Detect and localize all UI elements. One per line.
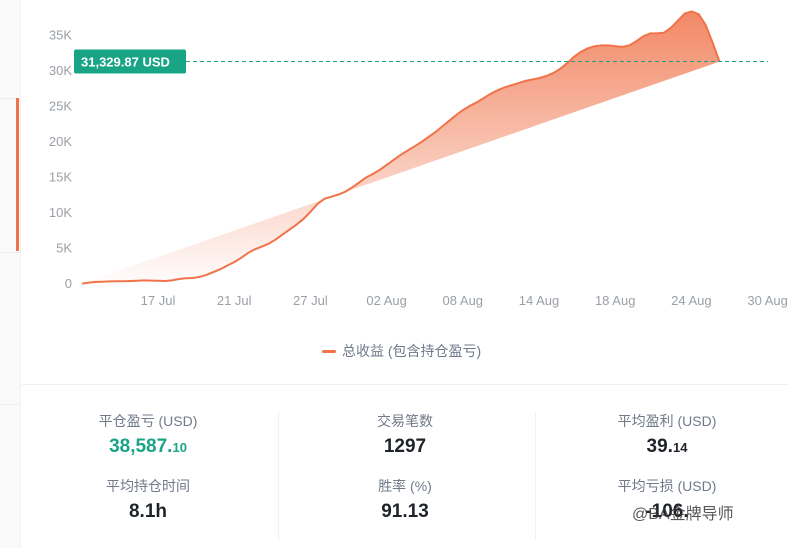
y-tick-label: 35K bbox=[49, 28, 72, 43]
stat-trade-count: 交易笔数 1297 bbox=[295, 412, 515, 458]
chart-legend[interactable]: 总收益 (包含持仓盈亏) bbox=[322, 341, 481, 361]
stats-panel: 平仓盈亏 (USD) 38,587.10 交易笔数 1297 平均盈利 (USD… bbox=[22, 408, 788, 548]
y-axis: 0 5K 10K 15K 20K 25K 30K 35K bbox=[49, 28, 72, 292]
section-divider bbox=[22, 384, 788, 385]
stat-win-rate: 胜率 (%) 91.13 bbox=[295, 477, 515, 523]
x-tick-label: 14 Aug bbox=[519, 293, 560, 308]
stat-label: 平仓盈亏 (USD) bbox=[98, 413, 198, 429]
current-value-badge: 31,329.87 USD bbox=[74, 49, 186, 74]
x-tick-label: 21 Jul bbox=[217, 293, 252, 308]
x-tick-label: 02 Aug bbox=[366, 293, 407, 308]
current-value-label: 31,329.87 USD bbox=[81, 55, 170, 70]
y-tick-label: 25K bbox=[49, 99, 72, 114]
left-divider bbox=[0, 404, 20, 405]
x-tick-label: 08 Aug bbox=[443, 293, 484, 308]
x-tick-label: 30 Aug bbox=[747, 293, 788, 308]
stat-avg-profit: 平均盈利 (USD) 39.14 bbox=[557, 412, 777, 459]
stat-label: 交易笔数 bbox=[377, 413, 433, 429]
pnl-area-chart[interactable]: 0 5K 10K 15K 20K 25K 30K 35K 17 Jul 21 Jul 27 Jul… bbox=[0, 0, 788, 330]
y-tick-label: 15K bbox=[49, 170, 72, 185]
stat-value: 38,587.10 bbox=[109, 436, 187, 457]
x-tick-label: 18 Aug bbox=[595, 293, 636, 308]
stat-value: 39.14 bbox=[646, 436, 688, 457]
stat-avg-hold-time: 平均持仓时间 8.1h bbox=[38, 477, 258, 523]
x-tick-label: 27 Jul bbox=[293, 293, 328, 308]
y-tick-label: 5K bbox=[56, 241, 72, 256]
stat-label: 平均亏损 (USD) bbox=[617, 478, 717, 494]
y-tick-label: 30K bbox=[49, 63, 72, 78]
x-tick-label: 24 Aug bbox=[671, 293, 712, 308]
stat-value: 91.13 bbox=[381, 501, 429, 522]
y-tick-label: 20K bbox=[49, 134, 72, 149]
y-tick-label: 10K bbox=[49, 205, 72, 220]
stat-value: 1297 bbox=[383, 436, 427, 457]
x-tick-label: 17 Jul bbox=[141, 293, 176, 308]
x-axis: 17 Jul 21 Jul 27 Jul 02 Aug 08 Aug 14 Aug 18 A… bbox=[141, 293, 788, 308]
stat-label: 胜率 (%) bbox=[378, 478, 432, 494]
stat-label: 平均持仓时间 bbox=[106, 478, 190, 494]
stat-value: 8.1h bbox=[128, 501, 168, 522]
stat-closed-pnl: 平仓盈亏 (USD) 38,587.10 bbox=[38, 412, 258, 459]
legend-label: 总收益 (包含持仓盈亏) bbox=[342, 343, 482, 359]
legend-swatch bbox=[322, 349, 336, 353]
stat-label: 平均盈利 (USD) bbox=[617, 413, 717, 429]
watermark-text: @BA金牌导师 bbox=[632, 506, 734, 523]
y-tick-label: 0 bbox=[65, 276, 72, 291]
